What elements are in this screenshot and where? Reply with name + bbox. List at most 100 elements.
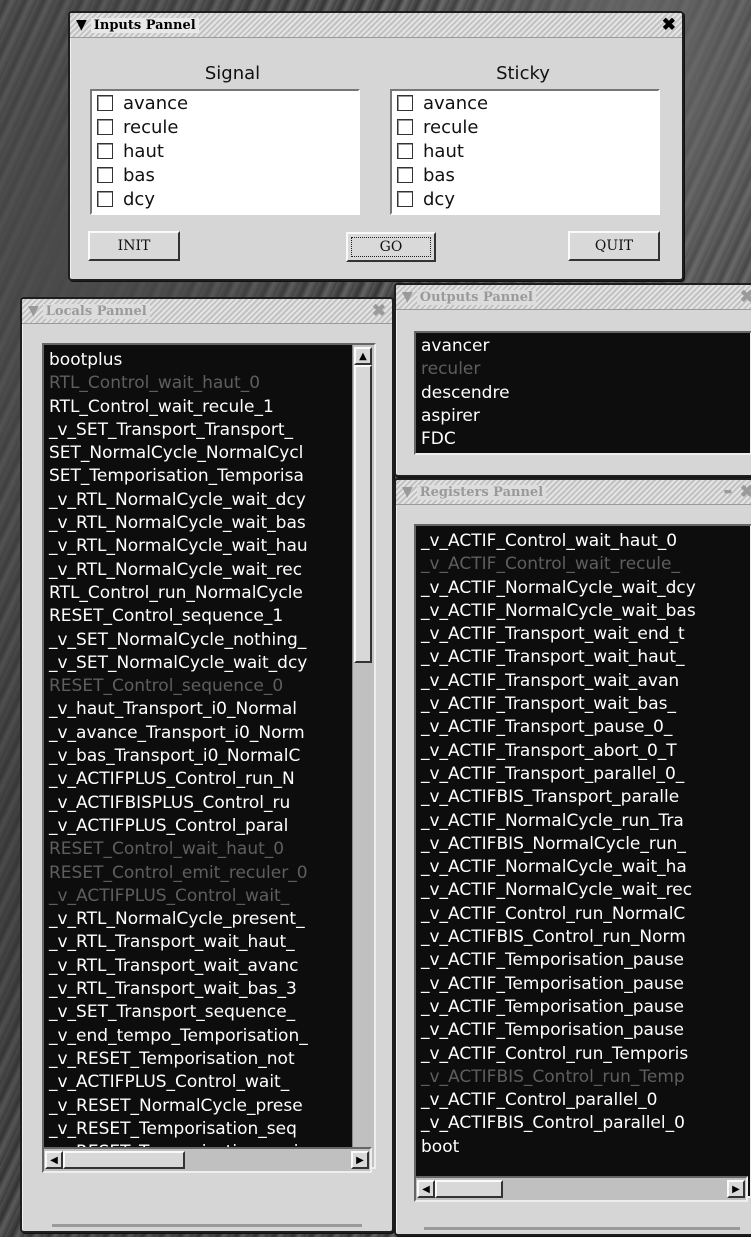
resize-grip[interactable]	[424, 1227, 740, 1230]
registers-panel-titlebar[interactable]: ▼ Registers Pannel ▬ ✖	[396, 480, 751, 505]
go-button[interactable]: GO	[346, 232, 436, 262]
list-item[interactable]: _v_ACTIF_Temporisation_pause	[416, 973, 750, 996]
list-item[interactable]: _v_ACTIF_Transport_abort_0_T	[416, 740, 750, 763]
sticky-checkbox-row[interactable]: avance	[392, 91, 658, 115]
list-item[interactable]: _v_RTL_Transport_wait_avanc	[44, 955, 374, 978]
signal-checkbox[interactable]	[97, 143, 113, 159]
sticky-checkbox-row[interactable]: haut	[392, 139, 658, 163]
list-item[interactable]: _v_ACTIFBIS_Control_run_Temp	[416, 1066, 750, 1089]
registers-horizontal-scrollbar[interactable]: ◀ ▶	[414, 1176, 748, 1202]
signal-checkbox[interactable]	[97, 119, 113, 135]
list-item[interactable]: _v_ACTIFBIS_Control_run_Norm	[416, 926, 750, 949]
signal-checkbox-row[interactable]: recule	[92, 115, 358, 139]
list-item[interactable]: _v_RTL_Transport_wait_bas_3	[44, 978, 374, 1001]
list-item[interactable]: RTL_Control_run_NormalCycle	[44, 582, 374, 605]
sticky-checkbox[interactable]	[397, 167, 413, 183]
locals-vertical-scrollbar[interactable]: ▲ ▼	[352, 345, 374, 1167]
list-item[interactable]: RESET_Control_sequence_1	[44, 605, 374, 628]
list-item[interactable]: avancer	[416, 335, 750, 358]
list-item[interactable]: _v_SET_NormalCycle_nothing_	[44, 629, 374, 652]
signal-checkbox-row[interactable]: avance	[92, 91, 358, 115]
signal-checkbox[interactable]	[97, 167, 113, 183]
list-item[interactable]: SET_Temporisation_Temporisa	[44, 465, 374, 488]
list-item[interactable]: _v_RTL_NormalCycle_wait_hau	[44, 535, 374, 558]
registers-hscroll-thumb[interactable]	[435, 1180, 503, 1198]
locals-hscroll-thumb[interactable]	[63, 1151, 185, 1169]
close-icon[interactable]: ✖	[740, 482, 751, 502]
list-item[interactable]: _v_ACTIFBIS_NormalCycle_run_	[416, 833, 750, 856]
list-item[interactable]: _v_ACTIF_Control_wait_haut_0	[416, 530, 750, 553]
list-item[interactable]: _v_SET_Transport_Transport_	[44, 419, 374, 442]
list-item[interactable]: _v_ACTIF_Temporisation_pause	[416, 1019, 750, 1042]
minimize-icon[interactable]: ▬	[723, 482, 732, 502]
list-item[interactable]: _v_ACTIF_Transport_wait_haut_	[416, 646, 750, 669]
list-item[interactable]: _v_ACTIF_Control_run_NormalC	[416, 903, 750, 926]
list-item[interactable]: _v_ACTIF_NormalCycle_wait_bas	[416, 600, 750, 623]
sticky-checkbox-row[interactable]: bas	[392, 163, 658, 187]
list-item[interactable]: _v_ACTIF_NormalCycle_run_Tra	[416, 810, 750, 833]
locals-scroll-thumb[interactable]	[354, 365, 372, 663]
list-item[interactable]: _v_ACTIF_NormalCycle_wait_ha	[416, 856, 750, 879]
list-item[interactable]: _v_ACTIF_NormalCycle_wait_rec	[416, 879, 750, 902]
list-item[interactable]: bootplus	[44, 349, 374, 372]
list-item[interactable]: _v_RESET_Temporisation_seq	[44, 1118, 374, 1141]
list-item[interactable]: _v_ACTIFBISPLUS_Control_ru	[44, 792, 374, 815]
list-item[interactable]: _v_RESET_Temporisation_not	[44, 1048, 374, 1071]
list-item[interactable]: _v_ACTIFPLUS_Control_run_N	[44, 768, 374, 791]
registers-list[interactable]: _v_ACTIF_Control_wait_haut_0 _v_ACTIF_Con…	[414, 524, 751, 1198]
list-item[interactable]: _v_RTL_NormalCycle_present_	[44, 908, 374, 931]
list-item[interactable]: _v_ACTIF_Control_parallel_0	[416, 1089, 750, 1112]
sticky-checkbox-row[interactable]: recule	[392, 115, 658, 139]
list-item[interactable]: _v_ACTIF_Transport_wait_end_t	[416, 623, 750, 646]
scroll-left-arrow-icon[interactable]: ◀	[45, 1151, 63, 1169]
list-item[interactable]: _v_ACTIFPLUS_Control_wait_	[44, 885, 374, 908]
list-item[interactable]: _v_ACTIF_Transport_wait_bas_	[416, 693, 750, 716]
list-item[interactable]: _v_SET_Transport_sequence_	[44, 1001, 374, 1024]
list-item[interactable]: reculer	[416, 358, 750, 381]
locals-list[interactable]: bootplus RTL_Control_wait_haut_0 RTL_Contr…	[42, 343, 376, 1169]
signal-checkbox[interactable]	[97, 191, 113, 207]
list-item[interactable]: _v_ACTIF_NormalCycle_wait_dcy	[416, 577, 750, 600]
list-item[interactable]: RTL_Control_wait_recule_1	[44, 396, 374, 419]
init-button[interactable]: INIT	[88, 231, 180, 261]
scroll-right-arrow-icon[interactable]: ▶	[351, 1151, 369, 1169]
list-item[interactable]: _v_SET_NormalCycle_wait_dcy	[44, 652, 374, 675]
list-item[interactable]: _v_ACTIF_Temporisation_pause	[416, 949, 750, 972]
list-item[interactable]: _v_ACTIF_Control_wait_recule_	[416, 553, 750, 576]
signal-checkbox-row[interactable]: haut	[92, 139, 358, 163]
window-menu-chevron-icon[interactable]: ▼	[402, 485, 413, 499]
locals-horizontal-scrollbar[interactable]: ◀ ▶	[42, 1147, 372, 1173]
list-item[interactable]: _v_ACTIF_Temporisation_pause	[416, 996, 750, 1019]
scroll-up-arrow-icon[interactable]: ▲	[354, 347, 372, 365]
list-item[interactable]: _v_ACTIF_Transport_parallel_0_	[416, 763, 750, 786]
outputs-panel-titlebar[interactable]: ▼ Outputs Pannel ✖	[396, 285, 751, 310]
list-item[interactable]: _v_haut_Transport_i0_Normal	[44, 698, 374, 721]
list-item[interactable]: boot	[416, 1136, 750, 1159]
sticky-checkbox[interactable]	[397, 143, 413, 159]
list-item[interactable]: RESET_Control_emit_reculer_0	[44, 862, 374, 885]
list-item[interactable]: RTL_Control_wait_haut_0	[44, 372, 374, 395]
close-icon[interactable]: ✖	[662, 15, 676, 35]
list-item[interactable]: _v_RTL_Transport_wait_haut_	[44, 931, 374, 954]
list-item[interactable]: _v_bas_Transport_i0_NormalC	[44, 745, 374, 768]
list-item[interactable]: RESET_Control_sequence_0	[44, 675, 374, 698]
window-menu-chevron-icon[interactable]: ▼	[76, 18, 87, 32]
list-item[interactable]: _v_ACTIF_Transport_pause_0_	[416, 716, 750, 739]
window-menu-chevron-icon[interactable]: ▼	[28, 304, 39, 318]
list-item[interactable]: _v_RTL_NormalCycle_wait_rec	[44, 559, 374, 582]
signal-checkbox-row[interactable]: dcy	[92, 187, 358, 211]
inputs-panel-titlebar[interactable]: ▼ Inputs Pannel ✖	[70, 13, 682, 38]
list-item[interactable]: _v_ACTIF_Control_run_Temporis	[416, 1043, 750, 1066]
list-item[interactable]: _v_RESET_NormalCycle_prese	[44, 1095, 374, 1118]
list-item[interactable]: _v_end_tempo_Temporisation_	[44, 1025, 374, 1048]
sticky-checkbox[interactable]	[397, 191, 413, 207]
scroll-left-arrow-icon[interactable]: ◀	[417, 1180, 435, 1198]
list-item[interactable]: descendre	[416, 382, 750, 405]
scroll-right-arrow-icon[interactable]: ▶	[727, 1180, 745, 1198]
list-item[interactable]: _v_ACTIFBIS_Control_parallel_0	[416, 1112, 750, 1135]
sticky-checkbox[interactable]	[397, 95, 413, 111]
list-item[interactable]: _v_ACTIFPLUS_Control_paral	[44, 815, 374, 838]
quit-button[interactable]: QUIT	[568, 231, 660, 261]
list-item[interactable]: aspirer	[416, 405, 750, 428]
sticky-checkbox[interactable]	[397, 119, 413, 135]
